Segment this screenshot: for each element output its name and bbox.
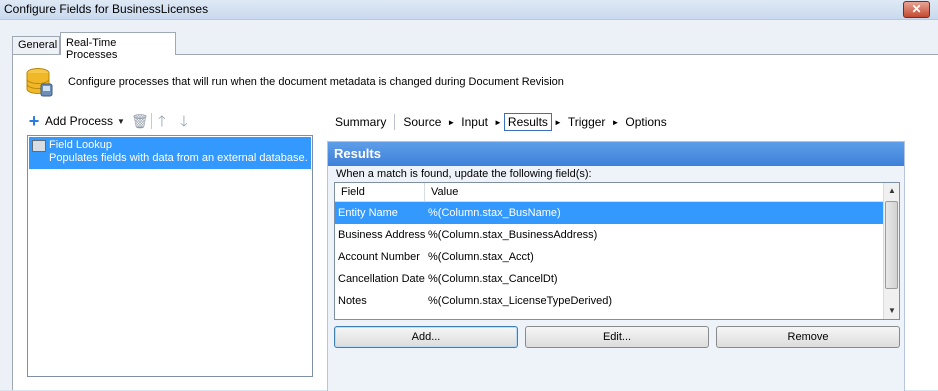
remove-button[interactable]: Remove (716, 326, 900, 348)
process-toolbar: + Add Process ▼ 🗑 🡑 🡓 (27, 111, 194, 131)
plus-icon: + (28, 111, 40, 131)
tab-real-time-processes[interactable]: Real-Time Processes (60, 32, 176, 61)
process-description: Populates fields with data from an exter… (49, 152, 308, 164)
results-grid: Field Value Entity Name %(Column.stax_Bu… (334, 182, 900, 320)
page-description: Configure processes that will run when t… (68, 76, 564, 88)
step-trigger[interactable]: Trigger (564, 113, 610, 131)
close-icon: ✕ (911, 2, 922, 16)
scroll-down-icon[interactable]: ▼ (884, 303, 900, 319)
table-row[interactable]: Entity Name %(Column.stax_BusName) (335, 202, 883, 224)
step-summary[interactable]: Summary (331, 113, 390, 131)
step-results[interactable]: Results (503, 113, 552, 131)
scrollbar-thumb[interactable] (885, 201, 898, 289)
value-cell: %(Column.stax_BusinessAddress) (428, 229, 598, 241)
field-cell: Entity Name (338, 207, 398, 219)
add-button[interactable]: Add... (334, 326, 518, 348)
results-panel: Results When a match is found, update th… (327, 141, 905, 391)
database-icon (26, 68, 53, 97)
field-cell: Notes (338, 295, 367, 307)
add-process-button[interactable]: + Add Process ▼ (27, 111, 125, 131)
step-input[interactable]: Input (457, 113, 492, 131)
results-body: When a match is found, update the follow… (328, 166, 904, 391)
triangle-right-icon: ► (447, 117, 456, 127)
grid-rows: Entity Name %(Column.stax_BusName) Busin… (335, 202, 883, 312)
triangle-right-icon: ► (494, 117, 502, 127)
lookup-icon (32, 140, 46, 152)
column-header-value[interactable]: Value (425, 183, 883, 201)
window-title: Configure Fields for BusinessLicenses (4, 2, 209, 16)
trash-icon[interactable]: 🗑 (131, 113, 149, 129)
triangle-right-icon: ► (553, 117, 562, 127)
value-cell: %(Column.stax_CancelDt) (428, 273, 558, 285)
toolbar-divider (150, 113, 152, 129)
arrow-up-icon[interactable]: 🡑 (158, 114, 172, 129)
table-row[interactable]: Business Address %(Column.stax_BusinessA… (335, 224, 883, 246)
step-navigation: Summary Source ► Input ► Results ► Trigg… (331, 111, 671, 133)
tab-general-label: General (18, 39, 58, 51)
column-header-field[interactable]: Field (335, 183, 425, 201)
field-cell: Account Number (338, 251, 420, 263)
results-hint: When a match is found, update the follow… (336, 168, 592, 180)
process-list: Field Lookup Populates fields with data … (27, 135, 313, 377)
close-button[interactable]: ✕ (903, 1, 930, 18)
edit-button[interactable]: Edit... (525, 326, 709, 348)
title-bar: Configure Fields for BusinessLicenses ✕ (0, 0, 938, 20)
table-row[interactable]: Account Number %(Column.stax_Acct) (335, 246, 883, 268)
table-row[interactable]: Notes %(Column.stax_LicenseTypeDerived) (335, 290, 883, 312)
value-cell: %(Column.stax_BusName) (428, 207, 561, 219)
grid-header: Field Value (335, 183, 883, 202)
table-row[interactable]: Cancellation Date %(Column.stax_CancelDt… (335, 268, 883, 290)
value-cell: %(Column.stax_LicenseTypeDerived) (428, 295, 613, 307)
vertical-scrollbar[interactable]: ▲ ▼ (883, 183, 899, 319)
step-options[interactable]: Options (621, 113, 670, 131)
step-source[interactable]: Source (399, 113, 445, 131)
arrow-down-icon[interactable]: 🡓 (180, 114, 194, 129)
value-cell: %(Column.stax_Acct) (428, 251, 534, 263)
scroll-up-icon[interactable]: ▲ (884, 183, 900, 199)
field-cell: Cancellation Date (338, 273, 425, 285)
process-name: Field Lookup (49, 139, 112, 151)
tab-content: Configure processes that will run when t… (12, 54, 938, 391)
chevron-down-icon: ▼ (117, 116, 125, 126)
triangle-right-icon: ► (611, 117, 620, 127)
list-item[interactable]: Field Lookup Populates fields with data … (29, 137, 311, 169)
tab-real-time-processes-label: Real-Time Processes (66, 37, 118, 61)
field-cell: Business Address (338, 229, 426, 241)
add-process-label: Add Process (45, 114, 114, 128)
tab-general[interactable]: General (12, 36, 60, 54)
results-header: Results (328, 142, 904, 166)
step-divider (394, 114, 396, 130)
